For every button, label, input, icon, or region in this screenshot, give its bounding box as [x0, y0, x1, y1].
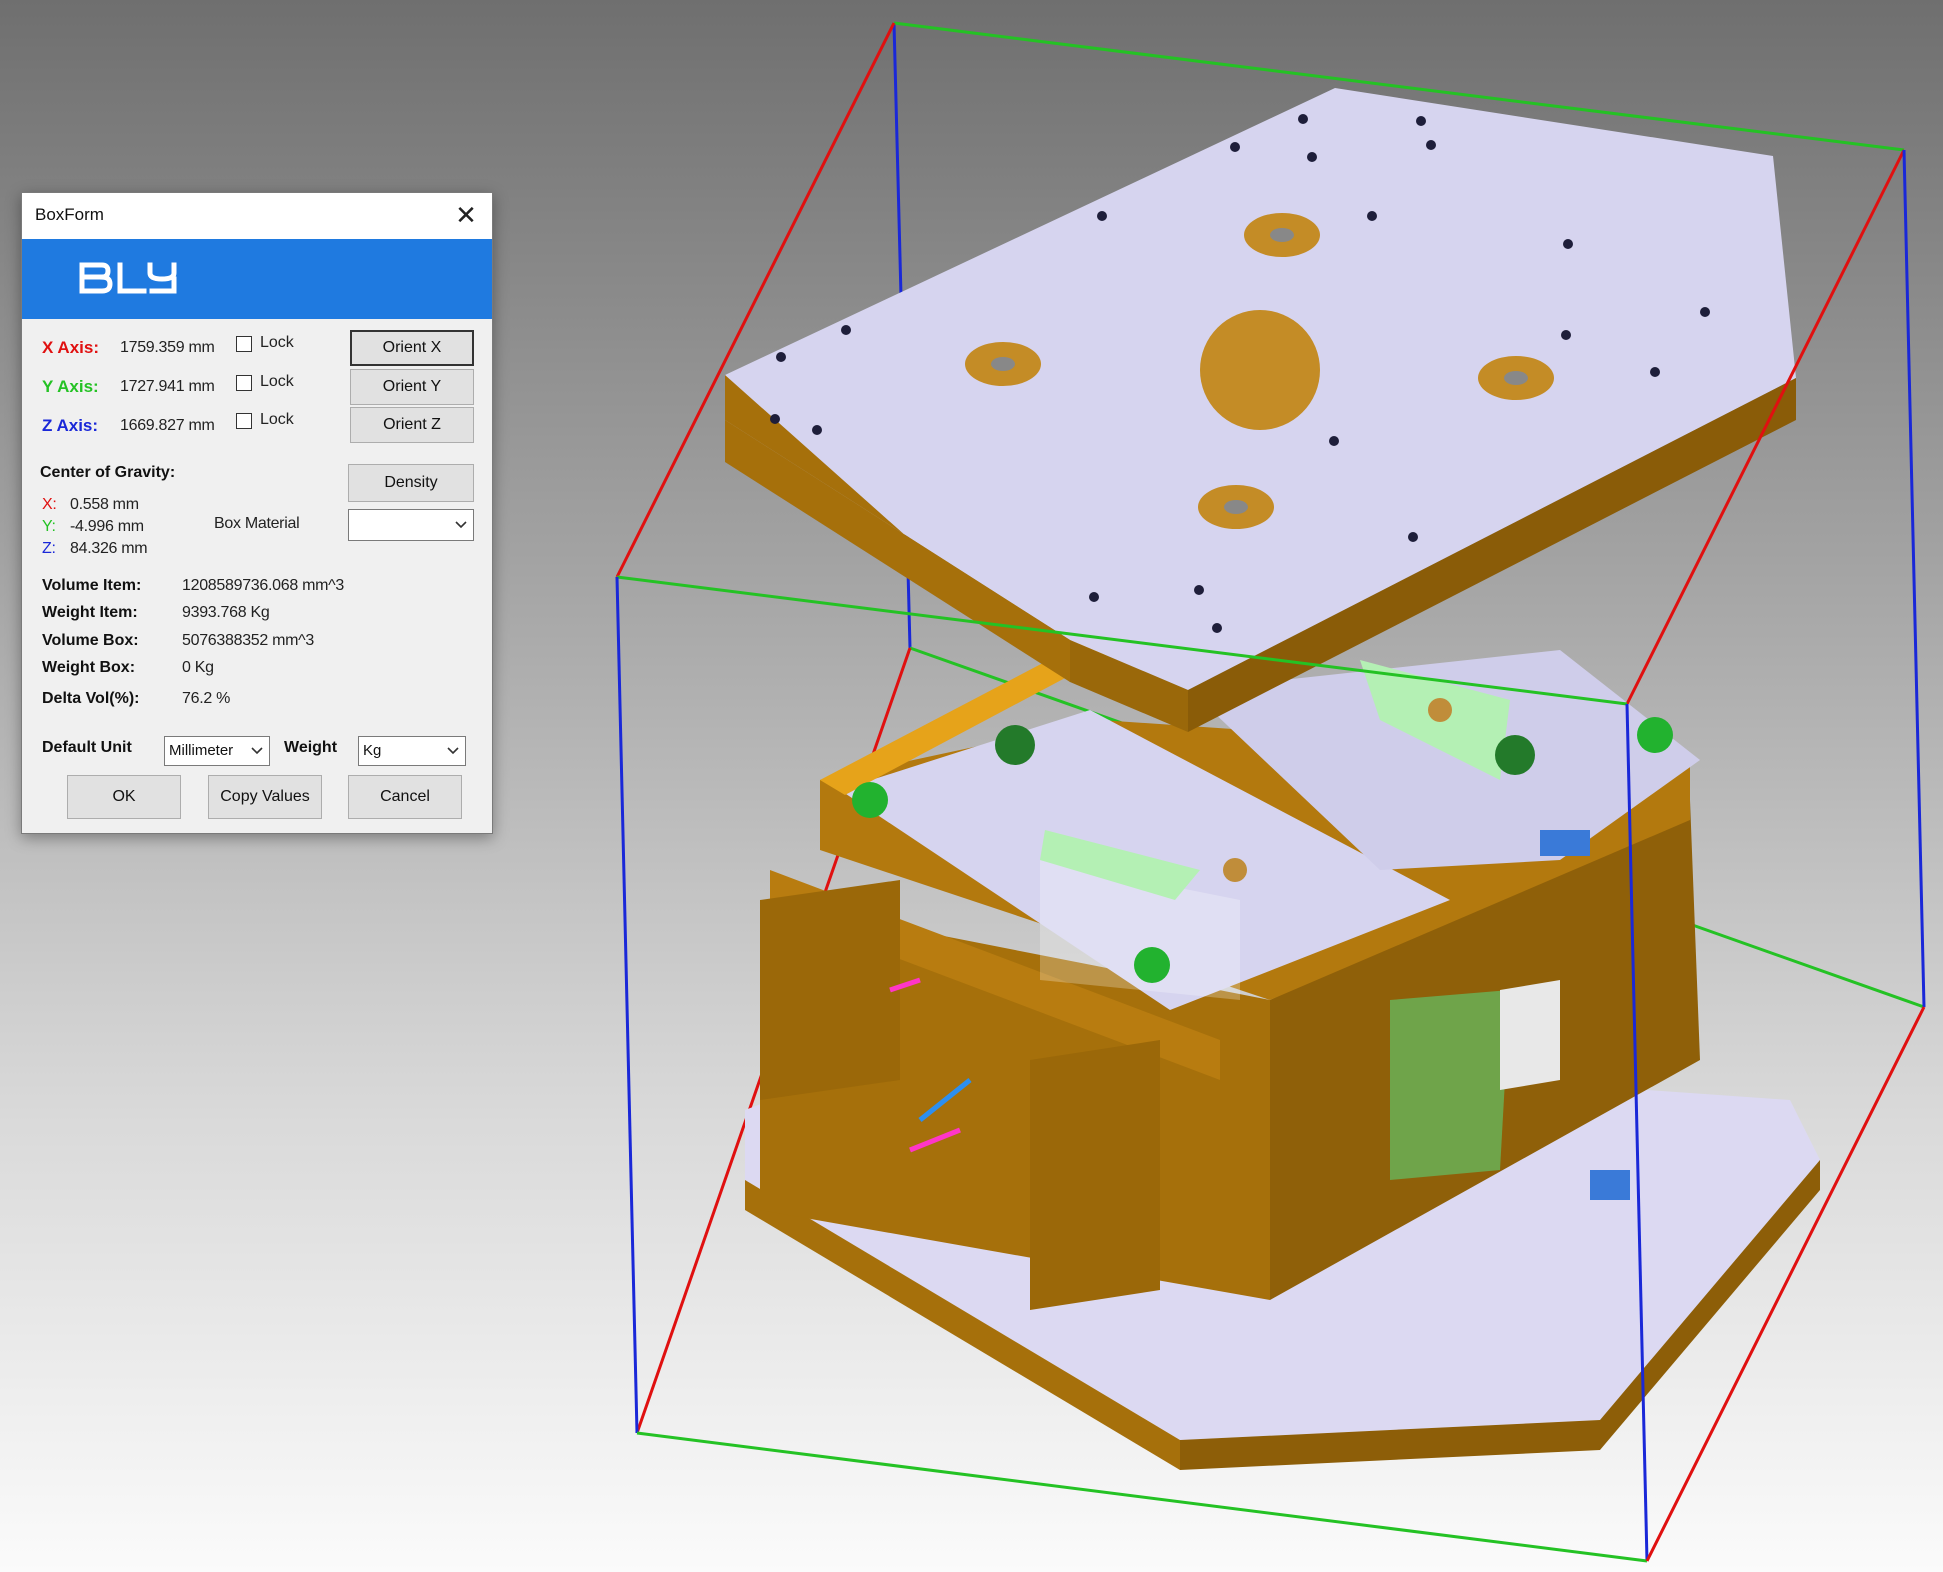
default-unit-value: Millimeter: [169, 742, 234, 759]
gravity-z-value: 84.326 mm: [70, 540, 148, 557]
logo-banner: [22, 239, 492, 319]
weight-box-value: 0 Kg: [182, 659, 214, 676]
x-axis-value: 1759.359 mm: [120, 339, 215, 356]
weight-box-label: Weight Box:: [42, 659, 136, 676]
gravity-x-value: 0.558 mm: [70, 496, 139, 513]
volume-box-value: 5076388352 mm^3: [182, 632, 314, 649]
x-axis-label: X Axis:: [42, 338, 100, 357]
box-material-select[interactable]: [348, 509, 474, 541]
y-lock-label: Lock: [260, 373, 294, 390]
weight-unit-value: Kg: [363, 742, 382, 759]
gravity-z-label: Z:: [42, 540, 56, 557]
bly-logo: [79, 262, 177, 294]
delta-vol-label: Delta Vol(%):: [42, 690, 140, 707]
delta-vol-value: 76.2 %: [182, 690, 231, 707]
z-axis-value: 1669.827 mm: [120, 417, 215, 434]
z-lock-checkbox[interactable]: [236, 413, 252, 429]
default-unit-select[interactable]: Millimeter: [164, 736, 270, 766]
top-clamp-plate: [725, 88, 1796, 732]
gravity-x-label: X:: [42, 496, 57, 513]
gravity-y-value: -4.996 mm: [70, 518, 144, 535]
title-bar: BoxForm ✕: [22, 193, 492, 239]
weight-item-label: Weight Item:: [42, 604, 138, 621]
orient-x-button[interactable]: Orient X: [350, 330, 474, 366]
volume-item-value: 1208589736.068 mm^3: [182, 577, 344, 594]
z-lock-label: Lock: [260, 411, 294, 428]
orient-y-button[interactable]: Orient Y: [350, 369, 474, 405]
volume-item-label: Volume Item:: [42, 577, 142, 594]
cancel-button[interactable]: Cancel: [348, 775, 462, 819]
chevron-down-icon: [455, 510, 467, 540]
weight-unit-label: Weight: [284, 739, 338, 756]
weight-item-value: 9393.768 Kg: [182, 604, 270, 621]
default-unit-label: Default Unit: [42, 739, 132, 756]
copy-values-button[interactable]: Copy Values: [208, 775, 322, 819]
x-lock-checkbox[interactable]: [236, 336, 252, 352]
chevron-down-icon: [251, 737, 263, 765]
density-button[interactable]: Density: [348, 464, 474, 502]
volume-box-label: Volume Box:: [42, 632, 139, 649]
y-axis-value: 1727.941 mm: [120, 378, 215, 395]
y-axis-label: Y Axis:: [42, 377, 99, 396]
gravity-title: Center of Gravity:: [40, 464, 176, 481]
weight-unit-select[interactable]: Kg: [358, 736, 466, 766]
z-axis-label: Z Axis:: [42, 416, 99, 435]
x-lock-label: Lock: [260, 334, 294, 351]
window-title: BoxForm: [35, 205, 104, 224]
ok-button[interactable]: OK: [67, 775, 181, 819]
chevron-down-icon: [447, 737, 459, 765]
close-icon[interactable]: ✕: [450, 199, 482, 231]
boxform-dialog: BoxForm ✕ X Axis: 1759.359 mm Lock Orien…: [21, 192, 493, 834]
box-material-label: Box Material: [214, 515, 300, 532]
y-lock-checkbox[interactable]: [236, 375, 252, 391]
gravity-y-label: Y:: [42, 518, 56, 535]
orient-z-button[interactable]: Orient Z: [350, 407, 474, 443]
